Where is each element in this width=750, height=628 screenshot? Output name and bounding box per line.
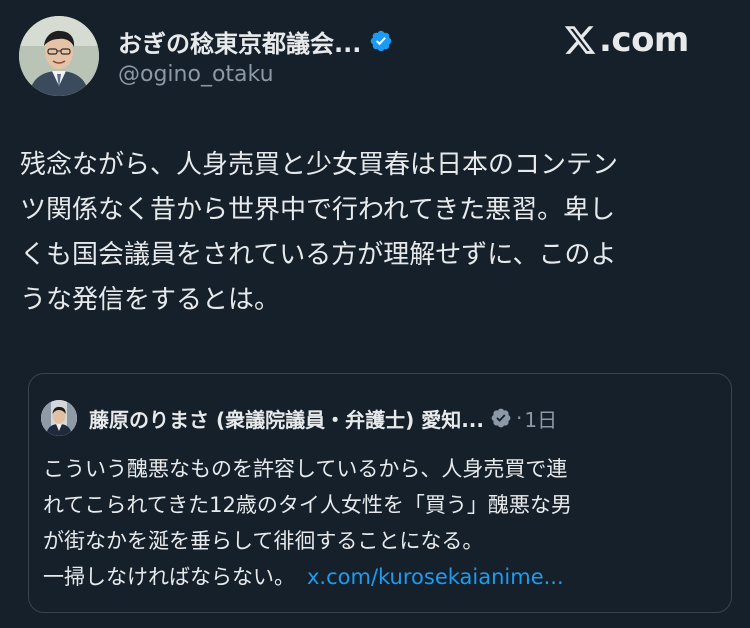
tweet-text-line: うな発信をするとは。: [20, 285, 281, 315]
site-label: .com: [599, 20, 689, 60]
quoted-text-line-content: 一掃しなければならない。: [43, 565, 295, 589]
quoted-text-line: 一掃しなければならない。 x.com/kurosekaianime...: [43, 559, 723, 595]
author-display-name[interactable]: おぎの稔東京都議会...: [118, 24, 361, 59]
quoted-tweet-header: 藤原のりまさ (衆議院議員・弁護士) 愛知... · 1日: [41, 398, 557, 438]
tweet-text-line: 残念ながら、人身売買と少女買春は日本のコンテン: [20, 150, 619, 180]
verified-badge-icon: [371, 30, 392, 52]
quoted-tweet-card[interactable]: 藤原のりまさ (衆議院議員・弁護士) 愛知... · 1日 こういう醜悪なものを…: [28, 373, 732, 613]
tweet-text-line: くも国会議員をされている方が理解せずに、このよ: [20, 240, 617, 270]
tweet-text-line: ツ関係なく昔から世界中で行われてきた悪習。卑し: [20, 195, 616, 225]
quoted-link[interactable]: x.com/kurosekaianime...: [307, 565, 564, 589]
tweet-text: 残念ながら、人身売買と少女買春は日本のコンテン ツ関係なく昔から世界中で行われて…: [20, 143, 732, 323]
quoted-text-line: こういう醜悪なものを許容しているから、人身売買で連: [43, 457, 568, 481]
quoted-tweet-text: こういう醜悪なものを許容しているから、人身売買で連 れてこられてきた12歳のタイ…: [43, 451, 723, 595]
x-logo-icon: [564, 26, 596, 54]
quoted-text-line: が街なかを涎を垂らして徘徊することになる。: [43, 529, 484, 553]
quoted-author-avatar-image: [41, 400, 77, 436]
quoted-author-avatar[interactable]: [41, 400, 77, 436]
author-name-row: おぎの稔東京都議会...: [118, 24, 393, 58]
quoted-text-line: れてこられてきた12歳のタイ人女性を「買う」醜悪な男: [43, 493, 572, 517]
quoted-author-name[interactable]: 藤原のりまさ (衆議院議員・弁護士) 愛知...: [89, 404, 484, 433]
quoted-tweet-time[interactable]: 1日: [524, 404, 557, 433]
verified-badge-icon: [491, 408, 511, 428]
x-com-brand: .com: [563, 16, 689, 64]
tweet-header: おぎの稔東京都議会... @ogino_otaku .com: [0, 0, 750, 110]
author-avatar-image: [19, 16, 99, 96]
author-handle[interactable]: @ogino_otaku: [118, 62, 274, 87]
author-avatar[interactable]: [19, 16, 99, 96]
separator-dot: ·: [516, 406, 523, 430]
